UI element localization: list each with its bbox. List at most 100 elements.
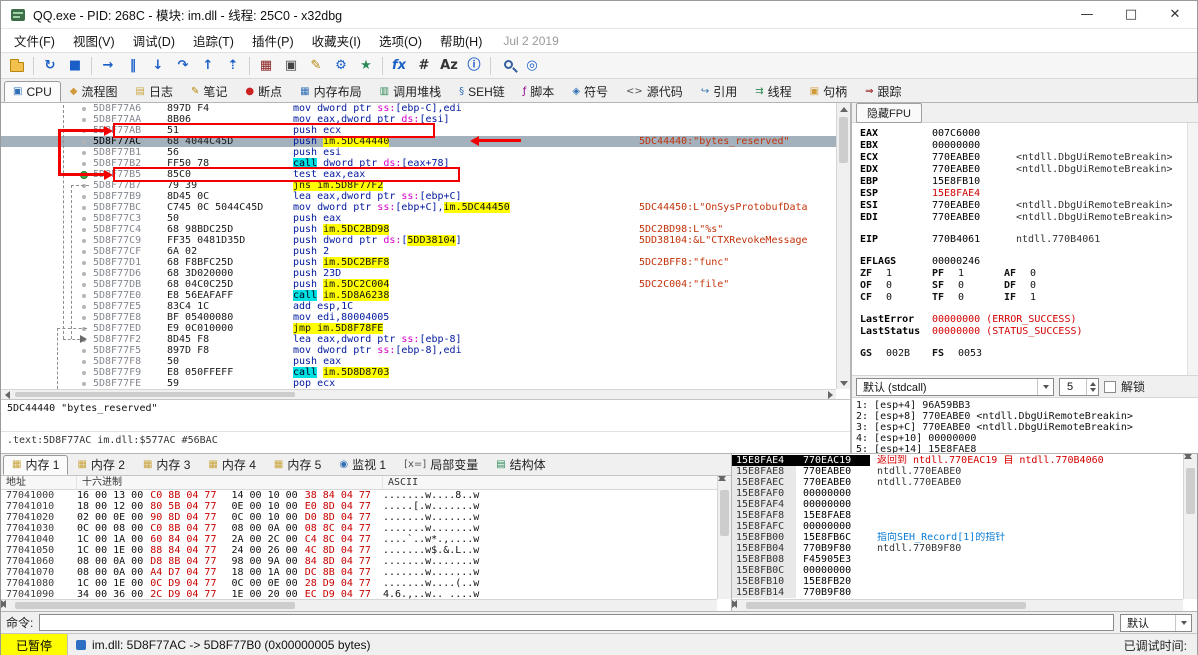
stack-arg-row[interactable]: 3: [esp+C] 770EABE0 <ntdll.DbgUiRemoteBr…: [856, 422, 1195, 433]
preferences-gears-icon[interactable]: ⚙: [329, 55, 353, 77]
bottom-tab-dump-4[interactable]: ▦ 内存 4: [199, 455, 264, 475]
disasm-row[interactable]: 5D8F77B2 FF50 78 call dword ptr ds:[eax+78…: [1, 158, 836, 169]
menu-item-debug[interactable]: 调试(D): [124, 28, 184, 53]
stack-row[interactable]: 15E8FB10 15E8FB20: [732, 576, 1183, 587]
assemble-fx-icon[interactable]: fx: [387, 55, 411, 77]
dump-row[interactable]: 77041000 16 00 13 00 C0 8B 04 77 14 00 10 0…: [6, 490, 731, 501]
calling-convention-dropdown[interactable]: 默认 (stdcall): [856, 377, 1054, 396]
stack-row[interactable]: 15E8FAF0 00000000: [732, 488, 1183, 499]
stack-row[interactable]: 15E8FB0C 00000000: [732, 565, 1183, 576]
gutter-dot[interactable]: [82, 370, 86, 375]
disasm-row[interactable]: 5D8F77F8 50 push eax: [1, 356, 836, 367]
register-row[interactable]: EBX 00000000: [860, 140, 1185, 152]
scroll-right-icon[interactable]: [824, 390, 836, 399]
register-row[interactable]: ESI 770EABE0 <ntdll.DbgUiRemoteBreakin>: [860, 200, 1185, 212]
disasm-hscrollbar[interactable]: [1, 389, 836, 399]
dump-row[interactable]: 77041060 08 00 0A 00 D8 8B 04 77 98 00 9A 0…: [6, 556, 731, 567]
disasm-row[interactable]: 5D8F77AC 68 4044C45D push im.5DC44440 5DC44…: [1, 136, 836, 147]
scroll-left-icon[interactable]: [1, 390, 13, 399]
menu-item-favourites[interactable]: 收藏夹(I): [303, 28, 370, 53]
gutter-dot[interactable]: [82, 326, 86, 331]
disasm-row[interactable]: 5D8F77FE 59 pop ecx: [1, 378, 836, 389]
disasm-row[interactable]: 5D8F77BC C745 0C 5044C45D mov dword ptr ss…: [1, 202, 836, 213]
step-back-icon[interactable]: ⇡: [221, 55, 245, 77]
stack-vscroll-thumb[interactable]: [1186, 468, 1195, 514]
register-row[interactable]: EFLAGS 00000246: [860, 256, 1185, 268]
dump-row[interactable]: 77041040 1C 00 1A 00 60 84 04 77 2A 00 2C 0…: [6, 534, 731, 545]
disasm-row[interactable]: 5D8F77DB 68 04C0C25D push im.5DC2C004 5DC2C…: [1, 279, 836, 290]
register-row[interactable]: LastStatus 00000000 (STATUS_SUCCESS): [860, 326, 1185, 338]
tab-breakpoints[interactable]: ● 断点: [236, 81, 291, 102]
scroll-right-icon[interactable]: [732, 600, 737, 608]
bottom-tab-locals[interactable]: [x=] 局部变量: [395, 455, 487, 475]
menu-item-options[interactable]: 选项(O): [370, 28, 431, 53]
register-row[interactable]: OF 0 SF 0 DF 0: [860, 280, 1185, 292]
strings-az-icon[interactable]: Az: [437, 55, 461, 77]
disasm-row[interactable]: 5D8F77F9 E8 050FFEFF call im.5D8D8703: [1, 367, 836, 378]
stack-row[interactable]: 15E8FB00 15E8FB6C 指向SEH_Record[1]的指针: [732, 532, 1183, 543]
gutter-dot[interactable]: [82, 282, 86, 287]
stack-hscroll-thumb[interactable]: [746, 602, 1026, 609]
gutter-dot[interactable]: [82, 205, 86, 210]
bottom-tab-dump-1[interactable]: ▦ 内存 1: [3, 455, 69, 475]
disasm-row[interactable]: 5D8F77C4 68 98BDC25D push im.5DC2BD98 5DC2B…: [1, 224, 836, 235]
disasm-row[interactable]: 5D8F77B5 85C0 test eax,eax: [1, 169, 836, 180]
disasm-row[interactable]: 5D8F77D1 68 F8BFC25D push im.5DC2BFF8 5DC2B…: [1, 257, 836, 268]
disasm-hscroll-thumb[interactable]: [15, 392, 295, 397]
execute-till-return-icon[interactable]: ↑: [196, 55, 220, 77]
dump-row[interactable]: 77041030 0C 00 08 00 C0 8B 04 77 08 00 0A 0…: [6, 523, 731, 534]
gutter-dot[interactable]: [82, 271, 86, 276]
pause-icon[interactable]: ‖: [121, 55, 145, 77]
gutter-dot[interactable]: [82, 238, 86, 243]
disasm-row[interactable]: 5D8F77CF 6A 02 push 2: [1, 246, 836, 257]
gutter-dot[interactable]: [82, 315, 86, 320]
register-row[interactable]: GS 002B FS 0053: [860, 348, 1185, 360]
scroll-down-icon[interactable]: [837, 377, 850, 389]
about-info-icon[interactable]: ⓘ: [462, 55, 486, 77]
command-input[interactable]: [39, 614, 1114, 631]
disasm-row[interactable]: 5D8F77E5 83C4 1C add esp,1C: [1, 301, 836, 312]
step-over-icon[interactable]: ↷: [171, 55, 195, 77]
gutter-dot[interactable]: [82, 216, 86, 221]
register-row[interactable]: ESP 15E8FAE4: [860, 188, 1185, 200]
gutter-dot[interactable]: [82, 161, 86, 166]
argument-count-stepper[interactable]: 5: [1059, 377, 1099, 396]
notes-icon[interactable]: ✎: [304, 55, 328, 77]
register-row[interactable]: LastError 00000000 (ERROR_SUCCESS): [860, 314, 1185, 326]
stack-arg-row[interactable]: 2: [esp+8] 770EABE0 <ntdll.DbgUiRemoteBr…: [856, 411, 1195, 422]
bottom-tab-dump-3[interactable]: ▦ 内存 3: [134, 455, 199, 475]
bottom-tab-dump-2[interactable]: ▦ 内存 2: [68, 455, 133, 475]
menu-item-file[interactable]: 文件(F): [5, 28, 64, 53]
gutter-dot[interactable]: [82, 260, 86, 265]
stack-row[interactable]: 15E8FAF4 00000000: [732, 499, 1183, 510]
tab-log[interactable]: ▤ 日志: [127, 81, 182, 102]
search-icon[interactable]: [495, 55, 519, 77]
bottom-tab-watch-1[interactable]: ◉ 监视 1: [330, 455, 395, 475]
stack-row[interactable]: 15E8FAEC 770EABE0 ntdll.770EABE0: [732, 477, 1183, 488]
disasm-vscrollbar[interactable]: [836, 103, 850, 389]
gutter-dot[interactable]: [82, 348, 86, 353]
disasm-row[interactable]: 5D8F77AB 51 push ecx: [1, 125, 836, 136]
stepper-arrows-icon[interactable]: [1086, 378, 1098, 395]
stack-arg-row[interactable]: 5: [esp+14] 15E8FAE8: [856, 444, 1195, 453]
stack-arg-row[interactable]: 1: [esp+4] 96A59BB3: [856, 400, 1195, 411]
gutter-dot[interactable]: [82, 150, 86, 155]
dump-row[interactable]: 77041050 1C 00 1E 00 88 84 04 77 24 00 26 0…: [6, 545, 731, 556]
topmost-icon[interactable]: ★: [354, 55, 378, 77]
tab-handles[interactable]: ▣ 句柄: [801, 81, 856, 102]
gutter-dot[interactable]: [82, 139, 86, 144]
stack-row[interactable]: 15E8FB04 770B9F80 ntdll.770B9F80: [732, 543, 1183, 554]
registers-vscrollbar[interactable]: [1187, 123, 1198, 375]
scroll-down-icon[interactable]: [718, 476, 726, 481]
tab-call-stack[interactable]: ▥ 调用堆栈: [371, 81, 450, 102]
windows-icon[interactable]: ▣: [279, 55, 303, 77]
disasm-row[interactable]: 5D8F77B9 8D45 0C lea eax,dword ptr ss:[ebp…: [1, 191, 836, 202]
close-button[interactable]: ✕: [1153, 1, 1197, 28]
stack-row[interactable]: 15E8FB14 770B9F80: [732, 587, 1183, 598]
stack-row[interactable]: 15E8FAE8 770EABE0 ntdll.770EABE0: [732, 466, 1183, 477]
stop-icon[interactable]: ■: [63, 55, 87, 77]
scroll-right-icon[interactable]: [1, 600, 6, 608]
tab-cpu[interactable]: ▣ CPU: [4, 81, 61, 102]
dump-row[interactable]: 77041080 1C 00 1E 00 0C D9 04 77 0C 00 0E 0…: [6, 578, 731, 589]
disasm-row[interactable]: 5D8F77B1 56 push esi: [1, 147, 836, 158]
